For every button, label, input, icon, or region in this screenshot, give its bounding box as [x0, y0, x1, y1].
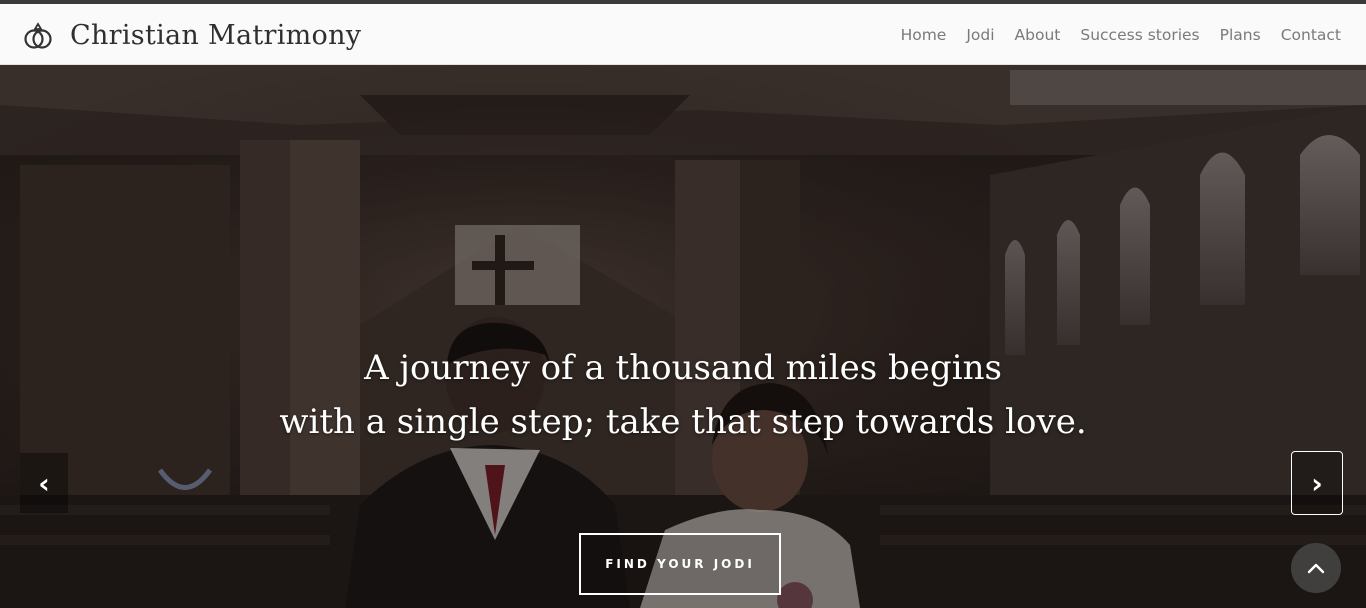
hero-carousel — [0, 65, 1366, 608]
nav-about[interactable]: About — [1015, 26, 1061, 44]
hero-caption-line-2: with a single step; take that step towar… — [279, 402, 1087, 442]
nav-home[interactable]: Home — [901, 26, 947, 44]
scroll-to-top-button[interactable] — [1291, 543, 1341, 593]
rings-icon — [22, 18, 56, 52]
nav-contact[interactable]: Contact — [1281, 26, 1341, 44]
hero-caption-line-1: A journey of a thousand miles begins — [364, 348, 1002, 388]
hero-dark-overlay — [0, 65, 1366, 608]
main-nav: Home Jodi About Success stories Plans Co… — [901, 4, 1341, 65]
nav-success-stories[interactable]: Success stories — [1080, 26, 1199, 44]
chevron-left-icon: ‹ — [38, 466, 50, 500]
nav-plans[interactable]: Plans — [1220, 26, 1261, 44]
carousel-next-button[interactable]: › — [1291, 451, 1343, 515]
hero-caption: A journey of a thousand miles begins wit… — [0, 341, 1366, 449]
chevron-up-icon — [1307, 563, 1325, 574]
nav-jodi[interactable]: Jodi — [966, 26, 994, 44]
brand-name: Christian Matrimony — [70, 19, 362, 51]
carousel-prev-button[interactable]: ‹ — [20, 453, 68, 513]
find-your-jodi-button[interactable]: FIND YOUR JODI — [579, 533, 781, 595]
navbar: Christian Matrimony Home Jodi About Succ… — [0, 4, 1366, 65]
brand-link[interactable]: Christian Matrimony — [22, 14, 361, 56]
chevron-right-icon: › — [1311, 466, 1323, 500]
